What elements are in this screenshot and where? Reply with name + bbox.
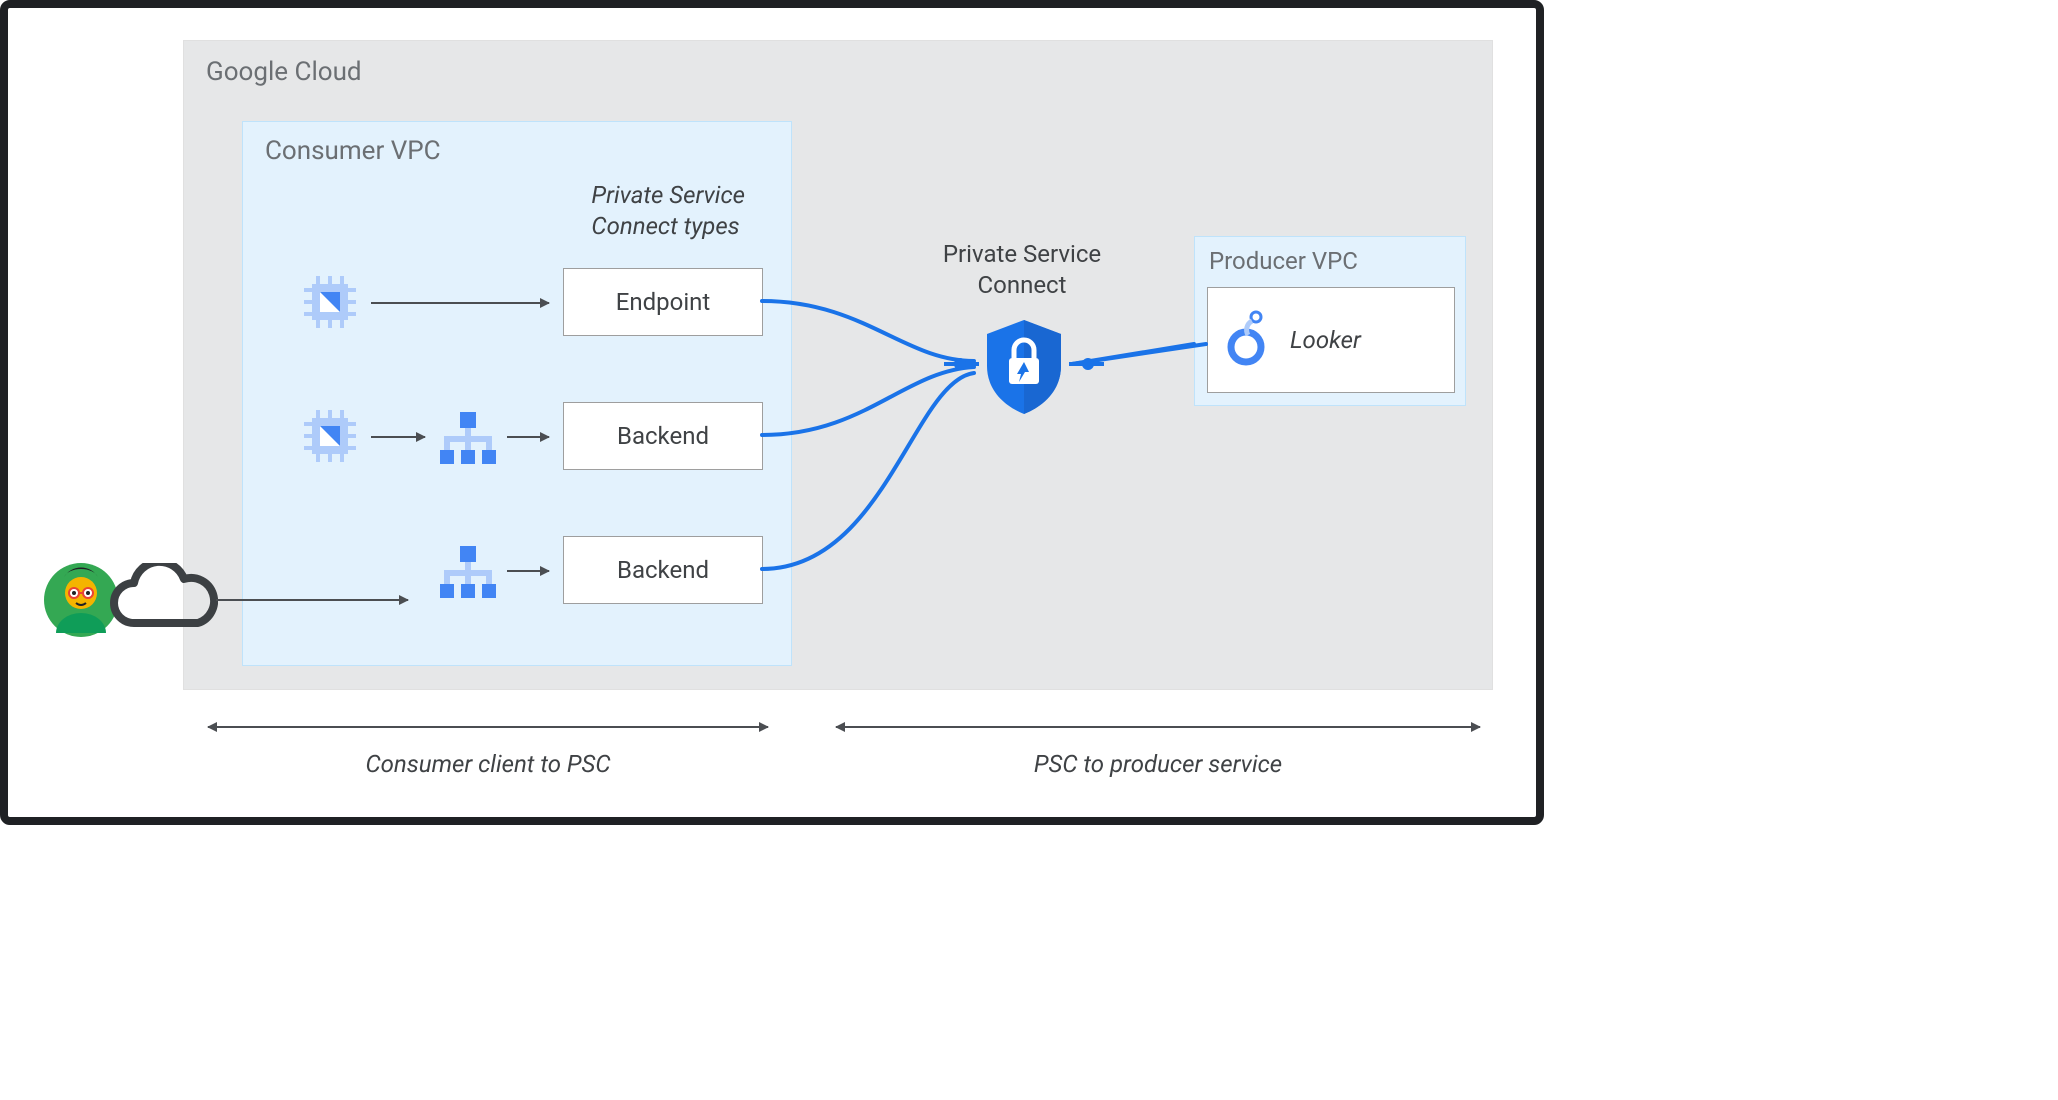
psc-label: Private Service Connect xyxy=(912,239,1132,301)
backend-label: Backend xyxy=(617,422,709,450)
arrow-icon xyxy=(507,436,549,438)
compute-icon xyxy=(298,270,362,334)
span-arrow-icon xyxy=(208,726,768,728)
psc-types-line2: Connect types xyxy=(591,212,739,240)
span-label-consumer: Consumer client to PSC xyxy=(208,750,768,778)
looker-label: Looker xyxy=(1290,326,1361,354)
looker-icon xyxy=(1226,309,1274,371)
backend-label: Backend xyxy=(617,556,709,584)
span-arrow-icon xyxy=(836,726,1480,728)
cloud-icon xyxy=(98,563,218,635)
compute-icon xyxy=(298,404,362,468)
psc-label-line1: Private Service xyxy=(943,240,1101,268)
producer-vpc-container: Producer VPC Looker xyxy=(1194,236,1466,406)
psc-types-line1: Private Service xyxy=(591,181,745,209)
arrow-icon xyxy=(216,599,408,601)
consumer-vpc-container: Consumer VPC Private Service Connect typ… xyxy=(242,121,792,666)
google-cloud-container: Google Cloud Consumer VPC Private Servic… xyxy=(183,40,1493,690)
psc-shield-icon xyxy=(979,316,1069,416)
backend-box: Backend xyxy=(563,536,763,604)
producer-vpc-title: Producer VPC xyxy=(1209,247,1358,275)
endpoint-box: Endpoint xyxy=(563,268,763,336)
backend-box: Backend xyxy=(563,402,763,470)
load-balancer-icon xyxy=(438,542,498,602)
arrow-icon xyxy=(507,570,549,572)
consumer-vpc-title: Consumer VPC xyxy=(265,136,441,166)
arrow-icon xyxy=(371,302,549,304)
psc-types-heading: Private Service Connect types xyxy=(591,180,745,242)
endpoint-label: Endpoint xyxy=(616,288,711,316)
arrow-icon xyxy=(371,436,425,438)
psc-label-line2: Connect xyxy=(978,271,1067,299)
load-balancer-icon xyxy=(438,408,498,468)
google-cloud-title: Google Cloud xyxy=(206,57,362,87)
diagram-frame: Google Cloud Consumer VPC Private Servic… xyxy=(0,0,1544,825)
looker-box: Looker xyxy=(1207,287,1455,393)
span-label-producer: PSC to producer service xyxy=(836,750,1480,778)
